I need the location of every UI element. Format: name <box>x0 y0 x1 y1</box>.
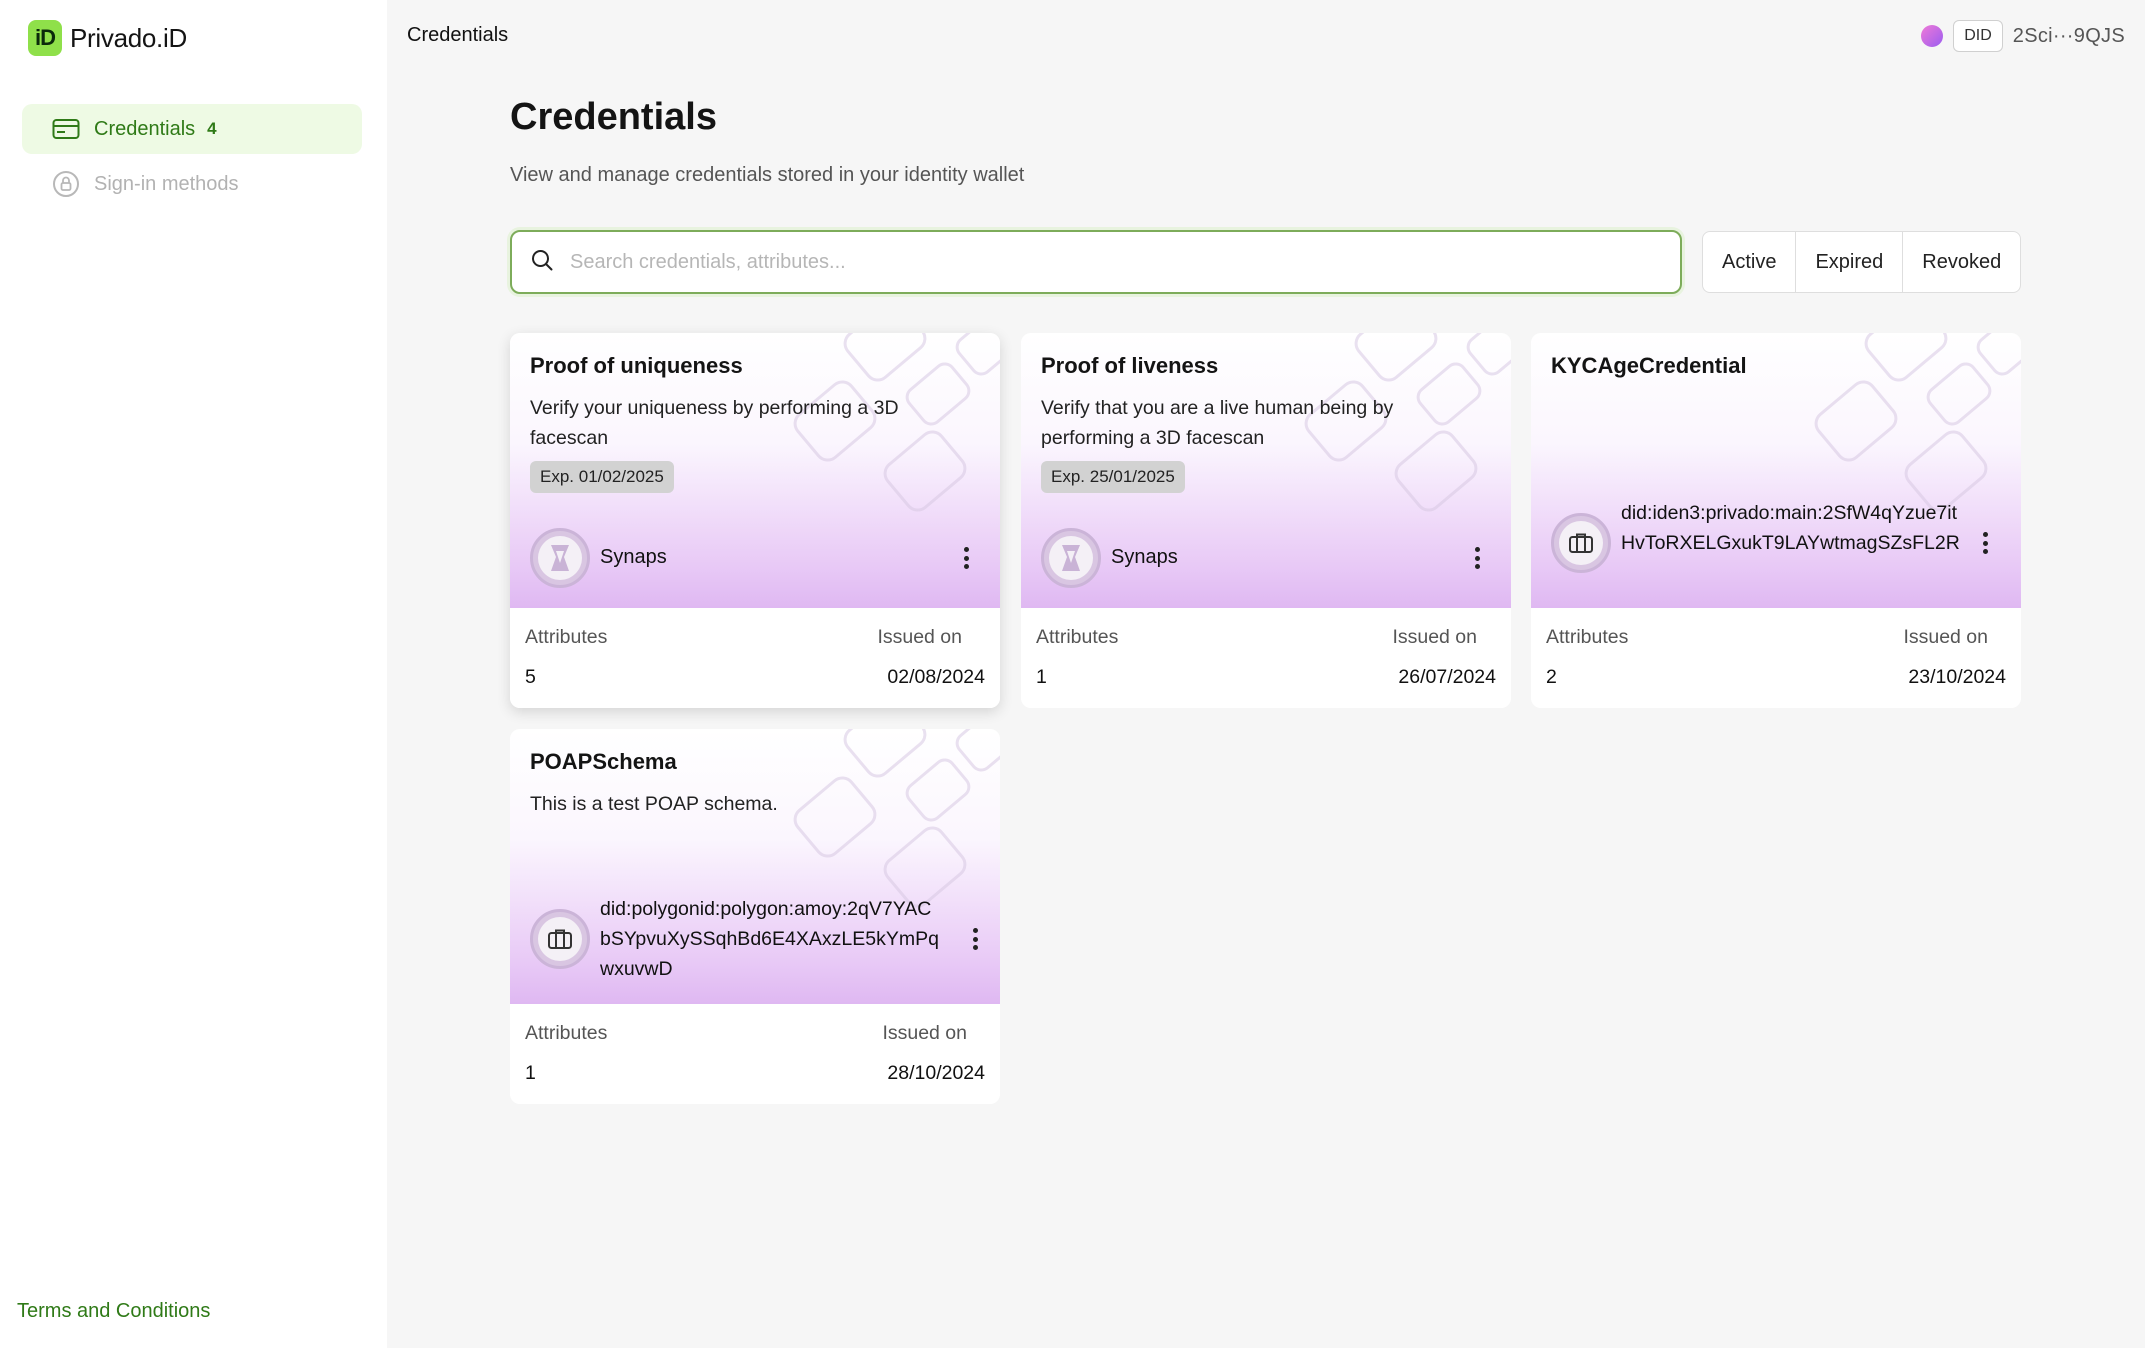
search-icon <box>530 248 554 277</box>
terms-and-conditions-link[interactable]: Terms and Conditions <box>17 1300 210 1323</box>
attributes-count: 5 <box>525 666 536 688</box>
page-subtitle: View and manage credentials stored in yo… <box>510 164 1025 186</box>
credential-card[interactable]: KYCAgeCredential did:iden3:privado:main:… <box>1531 333 2021 708</box>
briefcase-icon <box>1551 513 1611 573</box>
filter-active-button[interactable]: Active <box>1703 232 1797 292</box>
brand-mark-icon: iD <box>28 20 62 56</box>
sidebar-item-credentials[interactable]: Credentials 4 <box>22 104 362 154</box>
attributes-label: Attributes <box>525 626 608 648</box>
card-description: Verify your uniqueness by performing a 3… <box>530 397 899 449</box>
card-description: Verify that you are a live human being b… <box>1041 397 1394 449</box>
card-footer: Attributes Issued on 1 28/10/2024 <box>510 1004 1000 1104</box>
issuer-name: Synaps <box>1111 546 1178 568</box>
issued-on-date: 28/10/2024 <box>887 1062 985 1084</box>
sidebar: iD Privado.iD Credentials 4 Sign-in meth… <box>0 0 387 1348</box>
breadcrumb: Credentials <box>407 24 509 46</box>
attributes-label: Attributes <box>525 1022 608 1044</box>
briefcase-icon <box>530 909 590 969</box>
credential-card[interactable]: Proof of liveness Verify that you are a … <box>1021 333 1511 708</box>
status-filter-group: Active Expired Revoked <box>1702 231 2022 293</box>
issued-on-date: 02/08/2024 <box>887 666 985 688</box>
did-chip: DID <box>1953 20 2003 52</box>
filter-expired-button[interactable]: Expired <box>1796 232 1904 292</box>
issuer-name: Synaps <box>600 546 667 568</box>
search-input[interactable] <box>570 250 1650 274</box>
card-description: This is a test POAP schema. <box>530 793 778 815</box>
issuer-did: did:polygonid:polygon:amoy:2qV7YACbSYpvu… <box>600 898 939 980</box>
card-header: Proof of uniqueness Verify your uniquene… <box>510 333 1000 608</box>
credit-card-icon <box>52 115 80 143</box>
issued-on-label: Issued on <box>1903 626 1988 648</box>
card-header: KYCAgeCredential did:iden3:privado:main:… <box>1531 333 2021 608</box>
card-title: Proof of uniqueness <box>530 353 743 378</box>
attributes-count: 1 <box>1036 666 1047 688</box>
filter-revoked-button[interactable]: Revoked <box>1903 232 2020 292</box>
issued-on-date: 23/10/2024 <box>1908 666 2006 688</box>
card-header: POAPSchema This is a test POAP schema. d… <box>510 729 1000 1004</box>
card-menu-button[interactable] <box>1465 542 1489 574</box>
issued-on-date: 26/07/2024 <box>1398 666 1496 688</box>
account-widget[interactable]: DID 2Sci···9QJS <box>1921 19 2125 53</box>
sidebar-item-label: Sign-in methods <box>94 172 239 195</box>
sidebar-item-sign-in-methods[interactable]: Sign-in methods <box>22 159 362 209</box>
card-menu-button[interactable] <box>963 923 987 955</box>
credential-card[interactable]: POAPSchema This is a test POAP schema. d… <box>510 729 1000 1104</box>
attributes-label: Attributes <box>1546 626 1629 648</box>
avatar <box>1921 25 1944 47</box>
expiry-badge: Exp. 25/01/2025 <box>1041 461 1185 493</box>
synaps-logo-icon <box>530 528 590 588</box>
sidebar-item-label: Credentials <box>94 117 196 140</box>
did-identifier[interactable]: 2Sci···9QJS <box>2013 25 2125 48</box>
search-box <box>510 230 1682 294</box>
lock-icon <box>52 170 80 198</box>
card-title: POAPSchema <box>530 749 677 774</box>
card-footer: Attributes Issued on 5 02/08/2024 <box>510 608 1000 708</box>
brand-name: Privado.iD <box>70 22 187 53</box>
card-header: Proof of liveness Verify that you are a … <box>1021 333 1511 608</box>
attributes-count: 1 <box>525 1062 536 1084</box>
card-menu-button[interactable] <box>1973 527 1997 559</box>
issuer-did: did:iden3:privado:main:2SfW4qYzue7itHvTo… <box>1621 502 1960 554</box>
page-title: Credentials <box>510 96 717 138</box>
attributes-label: Attributes <box>1036 626 1119 648</box>
card-title: KYCAgeCredential <box>1551 353 1747 378</box>
credentials-count-badge: 4 <box>207 119 217 138</box>
brand-logo[interactable]: iD Privado.iD <box>28 20 187 56</box>
issued-on-label: Issued on <box>882 1022 967 1044</box>
card-footer: Attributes Issued on 1 26/07/2024 <box>1021 608 1511 708</box>
card-footer: Attributes Issued on 2 23/10/2024 <box>1531 608 2021 708</box>
attributes-count: 2 <box>1546 666 1557 688</box>
card-menu-button[interactable] <box>954 542 978 574</box>
issued-on-label: Issued on <box>1392 626 1477 648</box>
expiry-badge: Exp. 01/02/2025 <box>530 461 674 493</box>
issued-on-label: Issued on <box>877 626 962 648</box>
synaps-logo-icon <box>1041 528 1101 588</box>
credential-card[interactable]: Proof of uniqueness Verify your uniquene… <box>510 333 1000 708</box>
card-title: Proof of liveness <box>1041 353 1219 378</box>
